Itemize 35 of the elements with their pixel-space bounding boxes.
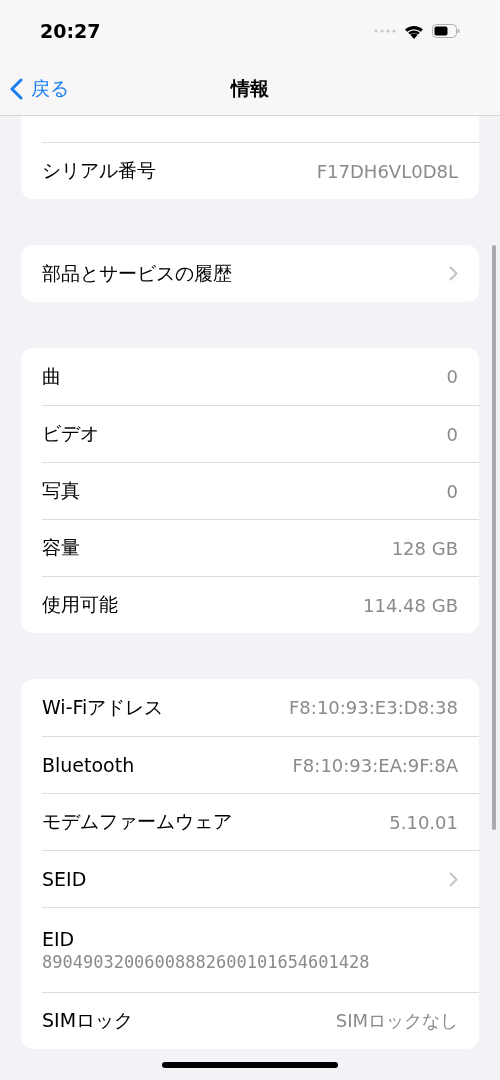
chevron-icon xyxy=(449,266,458,281)
row-label: EID xyxy=(42,928,75,950)
row-label: 曲 xyxy=(42,363,61,389)
row-value: 0 xyxy=(446,366,458,387)
row-value: 114.48 GB xyxy=(363,594,458,616)
row-value: F8:10:93:E3:D8:38 xyxy=(289,697,458,718)
row-value: F17DH6VL0D8L xyxy=(316,160,458,182)
row-label: 使用可能 xyxy=(42,592,118,617)
status-time: 20:27 xyxy=(40,20,101,42)
row-label: Wi-Fiアドレス xyxy=(42,694,164,720)
back-button[interactable]: 戻る xyxy=(10,75,69,102)
battery-icon xyxy=(432,24,460,38)
row-value: 128 GB xyxy=(391,537,458,559)
wifi-icon xyxy=(404,23,424,39)
row-label: 容量 xyxy=(42,535,80,560)
row-value: 89049032006008882600101654601428 xyxy=(42,952,370,972)
row-label: シリアル番号 xyxy=(42,158,156,183)
row-label: 写真 xyxy=(42,478,80,503)
row-value: 5.10.01 xyxy=(389,811,458,833)
row-label: モデムファームウェア xyxy=(42,809,232,834)
page-title: 情報 xyxy=(231,76,269,99)
row-value: 0 xyxy=(446,423,458,445)
row-label: Bluetooth xyxy=(42,754,135,776)
list-item[interactable]: SEID xyxy=(42,850,479,907)
row-value: 0 xyxy=(446,480,458,502)
chevron-icon xyxy=(449,871,458,887)
back-icon xyxy=(10,77,23,100)
row-value: SIMロックなし xyxy=(335,1009,458,1033)
signal-icon xyxy=(374,29,396,33)
list-item[interactable]: 部品とサービスの履歴 xyxy=(42,245,479,302)
row-value: F8:10:93:EA:9F:8A xyxy=(292,754,458,776)
home-indicator[interactable] xyxy=(162,1062,338,1068)
scroll-bar[interactable] xyxy=(492,245,496,830)
row-label: ビデオ xyxy=(42,421,99,446)
row-label: SIMロック xyxy=(42,1008,134,1033)
